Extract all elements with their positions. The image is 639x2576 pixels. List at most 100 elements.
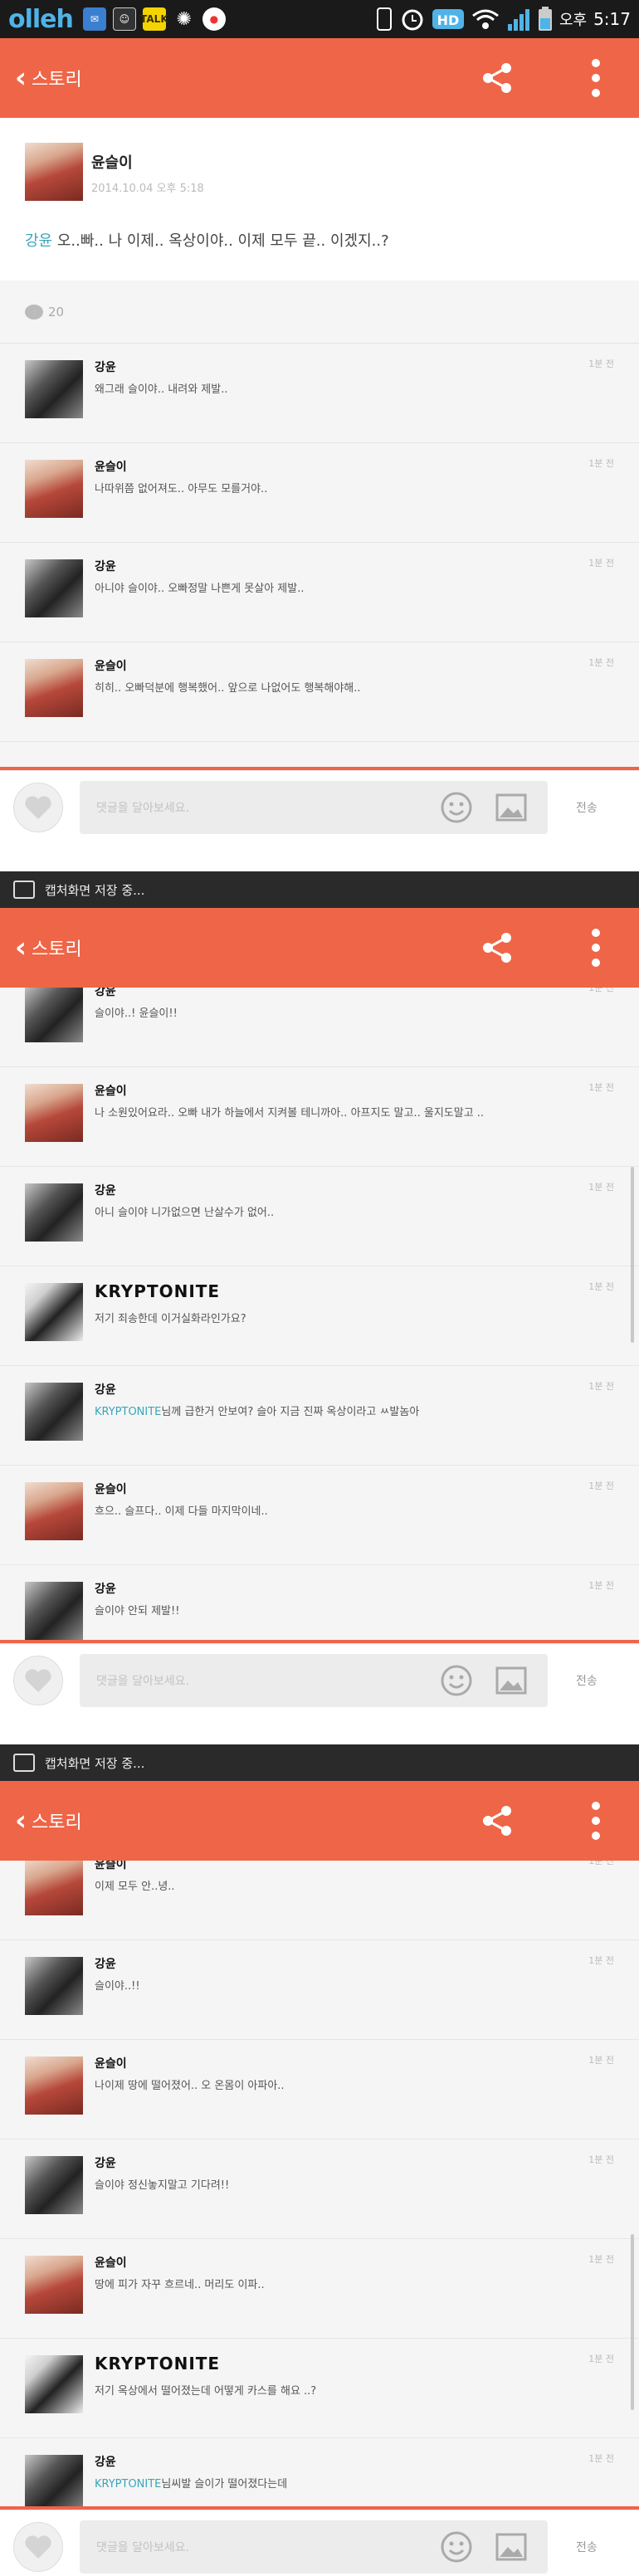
comment-row: KRYPTONITE 저기 죄송한데 이거실화라인가요? 1분 전 [0,1266,639,1366]
phone-icon [376,7,392,31]
comment-time: 1분 전 [588,359,614,369]
comment-author[interactable]: 강윤 [95,359,116,375]
avatar[interactable] [25,1183,83,1242]
more-options-icon[interactable] [591,928,601,968]
avatar[interactable] [25,360,83,418]
comment-text: 이제 모두 안..녕.. [95,1881,175,1893]
comment-author[interactable]: 강윤 [95,1955,116,1972]
avatar[interactable] [25,988,83,1042]
alarm-icon [402,9,423,31]
more-options-icon[interactable] [591,58,601,98]
capture-notice-bar: 캡처화면 저장 중... [0,871,639,908]
avatar[interactable] [25,2355,83,2413]
comment-text: 아니야 슬이야.. 오빠정말 나쁜게 못살아 제발.. [95,583,305,595]
emoticon-icon[interactable] [440,2530,473,2564]
mention-link[interactable]: KRYPTONITE [95,2478,161,2491]
avatar[interactable] [25,1084,83,1142]
image-attach-icon[interactable] [495,1664,528,1697]
avatar[interactable] [25,143,83,201]
send-button[interactable]: 전송 [576,2539,598,2555]
comment-text: 슬이야..!! [95,1980,140,1993]
avatar[interactable] [25,559,83,617]
comment-row: 윤슬이 땅에 피가 자꾸 흐르네.. 머리도 이파.. 1분 전 [0,2239,639,2339]
comment-author[interactable]: 강윤 [95,2453,116,2470]
comment-author[interactable]: 윤슬이 [95,1082,127,1099]
emoticon-icon[interactable] [440,791,473,824]
more-options-icon[interactable] [591,1801,601,1841]
avatar[interactable] [25,1957,83,2015]
send-button[interactable]: 전송 [576,799,598,816]
comment-author[interactable]: KRYPTONITE [95,2354,220,2374]
avatar[interactable] [25,460,83,518]
avatar[interactable] [25,1482,83,1540]
post-author[interactable]: 윤슬이 [91,151,133,173]
comment-row: 강윤 슬이야 정신놓지말고 기다려!! 1분 전 [0,2139,639,2239]
avatar[interactable] [25,2455,83,2513]
avatar[interactable] [25,659,83,717]
comment-row: 강윤 슬이야..!! 1분 전 [0,1940,639,2040]
capture-notice-text: 캡처화면 저장 중... [45,1755,145,1771]
comment-text: 나따위쯤 없어져도.. 아무도 모를거야.. [95,483,268,495]
send-button[interactable]: 전송 [576,1672,598,1689]
screen-gap [0,842,639,871]
like-button[interactable] [13,2522,63,2572]
comment-input[interactable]: 댓글을 달아보세요. [80,2520,548,2574]
comment-time: 1분 전 [588,1580,614,1591]
comment-author[interactable]: 강윤 [95,988,116,999]
avatar[interactable] [25,2256,83,2314]
comment-author[interactable]: 강윤 [95,1381,116,1398]
comment-text: 슬이야 안되 제발!! [95,1605,180,1617]
share-icon[interactable] [481,61,515,95]
emoticon-icon[interactable] [440,1664,473,1697]
comment-time: 1분 전 [588,558,614,568]
avatar[interactable] [25,1582,83,1640]
comment-row: KRYPTONITE 저기 옥상에서 떨어졌는데 어떻게 카스를 해요 ..? … [0,2339,639,2438]
comment-list[interactable]: 윤슬이 이제 모두 안..녕.. 1분 전 강윤 슬이야..!! 1분 전 윤슬… [0,1861,639,2516]
signal-icon [507,9,529,31]
mention-link[interactable]: KRYPTONITE [95,1406,161,1418]
comment-row: 윤슬이 나따위쯤 없어져도.. 아무도 모를거야.. 1분 전 [0,443,639,543]
avatar[interactable] [25,2156,83,2214]
scrollbar[interactable] [631,1167,634,1343]
avatar[interactable] [25,1861,83,1915]
app-bar: ‹ 스토리 [0,908,639,988]
comment-list[interactable]: 강윤 왜그래 슬이야.. 내려와 제발.. 1분 전 윤슬이 나따위쯤 없어져도… [0,344,639,770]
avatar[interactable] [25,1283,83,1341]
back-button[interactable]: ‹ [15,934,27,962]
image-attach-icon[interactable] [495,791,528,824]
comment-time: 1분 전 [588,657,614,668]
image-attach-icon[interactable] [495,2530,528,2564]
image-icon [13,1754,35,1772]
back-button[interactable]: ‹ [15,64,27,92]
share-icon[interactable] [481,931,515,964]
avatar[interactable] [25,2056,83,2115]
comment-text: 나이제 땅에 떨어졌어.. 오 온몸이 아파아.. [95,2080,285,2092]
mention-link[interactable]: 강윤 [25,232,52,250]
comment-author[interactable]: 강윤 [95,1580,116,1597]
comment-author[interactable]: 윤슬이 [95,1481,127,1497]
comment-author[interactable]: 강윤 [95,2154,116,2171]
clock-time: 5:17 [593,9,631,29]
app-notification-icon: ✉ [82,7,106,31]
comment-input[interactable]: 댓글을 달아보세요. [80,781,548,834]
comment-author[interactable]: 강윤 [95,1182,116,1198]
share-icon[interactable] [481,1804,515,1837]
comment-author[interactable]: 윤슬이 [95,458,127,475]
avatar[interactable] [25,1383,83,1441]
comment-input[interactable]: 댓글을 달아보세요. [80,1654,548,1707]
image-icon [13,881,35,899]
like-button[interactable] [13,1656,63,1705]
scrollbar[interactable] [631,2234,634,2410]
comment-author[interactable]: 윤슬이 [95,657,127,674]
comment-author[interactable]: 윤슬이 [95,2254,127,2271]
back-button[interactable]: ‹ [15,1807,27,1835]
comment-row: 윤슬이 히히.. 오빠덕분에 행복했어.. 앞으로 나없어도 행복해야해.. 1… [0,642,639,742]
comment-input-bar: 댓글을 달아보세요. 전송 [0,1643,639,1715]
battery-icon [538,7,552,31]
comment-author[interactable]: KRYPTONITE [95,1281,220,1301]
comment-list[interactable]: 강윤 슬이야..! 윤슬이!! 1분 전 윤슬이 나 소원있어요라.. 오빠 내… [0,988,639,1643]
comment-author[interactable]: 강윤 [95,558,116,574]
comment-author[interactable]: 윤슬이 [95,1861,127,1872]
comment-author[interactable]: 윤슬이 [95,2055,127,2071]
like-button[interactable] [13,783,63,832]
